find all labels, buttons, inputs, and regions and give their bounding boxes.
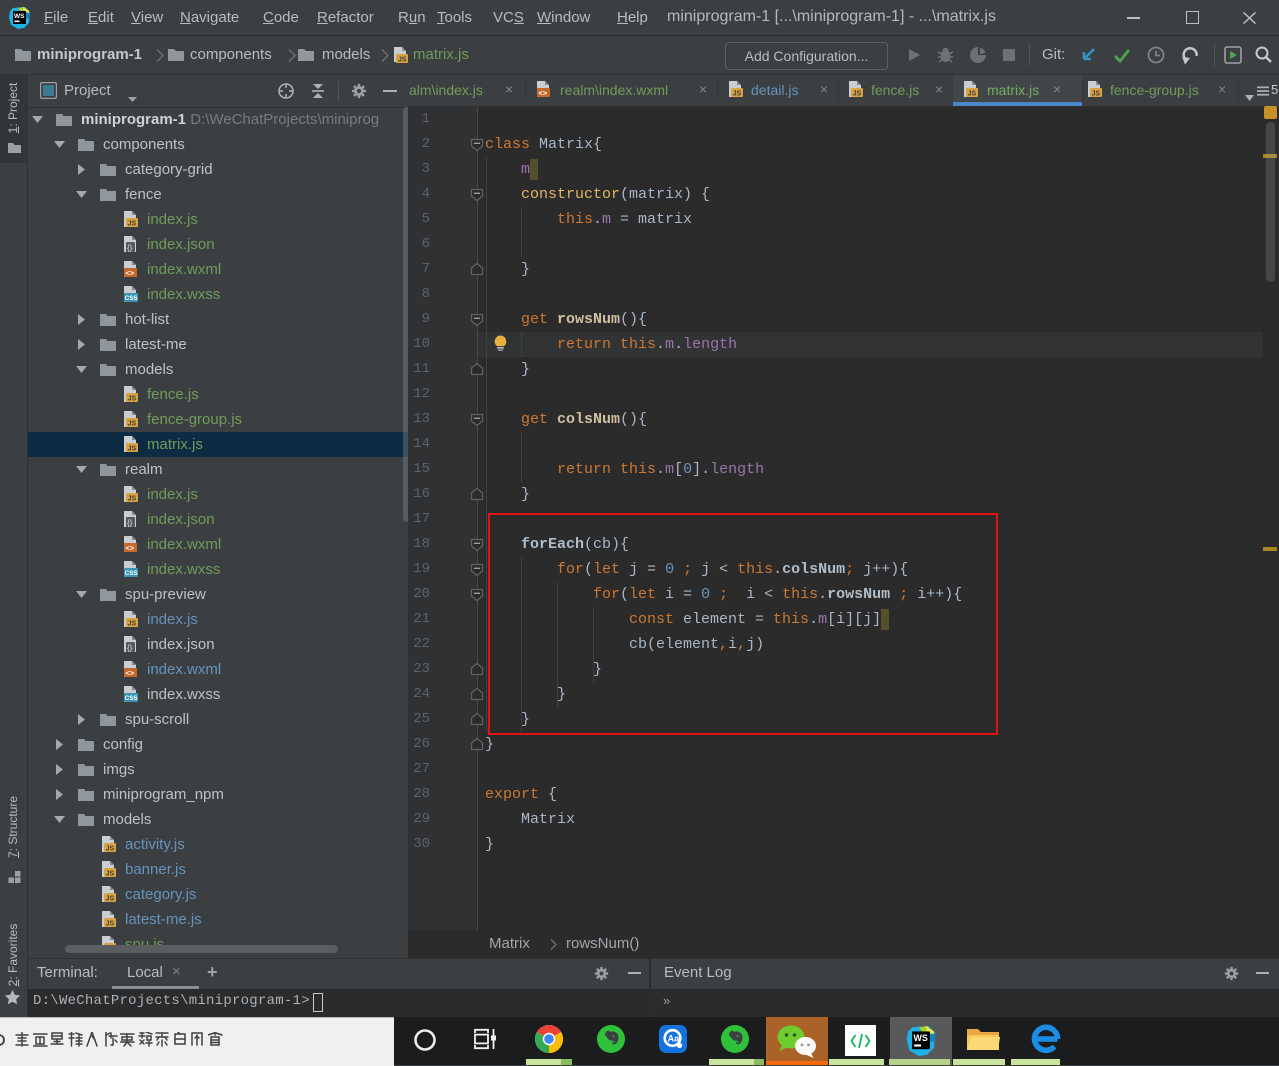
svg-text:JS: JS — [106, 921, 115, 928]
svg-text:CSS: CSS — [125, 570, 138, 577]
svg-text:JS: JS — [128, 421, 137, 428]
svg-text:JS: JS — [128, 496, 137, 503]
svg-text:WS: WS — [14, 13, 25, 20]
svg-text:JS: JS — [1092, 91, 1101, 98]
svg-text:{}: {} — [127, 643, 133, 652]
svg-text:JS: JS — [106, 846, 115, 853]
svg-text:<>: <> — [125, 543, 134, 552]
svg-text:<>: <> — [125, 668, 134, 677]
svg-text:<>: <> — [538, 88, 547, 97]
svg-text:JS: JS — [733, 91, 742, 98]
svg-text:CSS: CSS — [125, 695, 138, 702]
svg-text:{}: {} — [127, 518, 133, 527]
svg-text:Aa: Aa — [668, 1034, 680, 1044]
svg-text:JS: JS — [106, 871, 115, 878]
svg-text:JS: JS — [128, 396, 137, 403]
svg-text:WS: WS — [914, 1033, 928, 1043]
svg-text:JS: JS — [128, 446, 137, 453]
svg-text:JS: JS — [106, 896, 115, 903]
svg-text:JS: JS — [128, 621, 137, 628]
svg-text:JS: JS — [968, 91, 977, 98]
svg-text:CSS: CSS — [125, 295, 138, 302]
svg-text:{}: {} — [127, 243, 133, 252]
svg-text:<>: <> — [125, 268, 134, 277]
svg-text:JS: JS — [398, 57, 407, 64]
svg-text:JS: JS — [853, 91, 862, 98]
svg-text:JS: JS — [128, 221, 137, 228]
